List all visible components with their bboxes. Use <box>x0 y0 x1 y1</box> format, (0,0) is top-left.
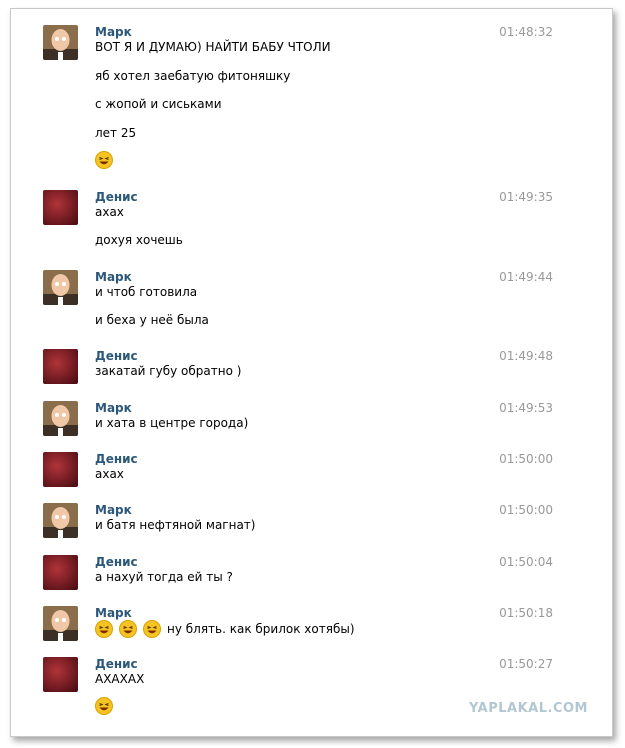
laughing-emoji-icon <box>143 620 161 638</box>
author-name[interactable]: Денис <box>95 349 138 363</box>
message-text: с жопой и сиськами <box>95 97 222 111</box>
message-text: яб хотел заебатую фитоняшку <box>95 69 291 83</box>
watermark: YAPLAKAL.COM <box>469 701 588 716</box>
laughing-emoji-icon <box>95 620 113 638</box>
message-text: лет 25 <box>95 126 137 140</box>
avatar-mark[interactable] <box>43 503 78 538</box>
timestamp: 01:49:44 <box>499 270 553 284</box>
message-text: и хата в центре города) <box>95 416 249 430</box>
avatar-mark[interactable] <box>43 401 78 436</box>
author-name[interactable]: Денис <box>95 555 138 569</box>
timestamp: 01:50:18 <box>499 606 553 620</box>
message-text: дохуя хочешь <box>95 233 183 247</box>
timestamp: 01:50:00 <box>499 503 553 517</box>
timestamp: 01:49:48 <box>499 349 553 363</box>
avatar-denis[interactable] <box>43 555 78 590</box>
avatar-denis[interactable] <box>43 349 78 384</box>
timestamp: 01:50:04 <box>499 555 553 569</box>
laughing-emoji-icon <box>119 620 137 638</box>
timestamp: 01:49:53 <box>499 401 553 415</box>
author-name[interactable]: Денис <box>95 452 138 466</box>
message-text: и чтоб готовила <box>95 285 198 299</box>
emoji-line <box>95 151 113 169</box>
avatar-mark[interactable] <box>43 270 78 305</box>
author-name[interactable]: Марк <box>95 270 132 284</box>
author-name[interactable]: Марк <box>95 606 132 620</box>
message-text: и беха у неё была <box>95 313 209 327</box>
message-text: и батя нефтяной магнат) <box>95 518 256 532</box>
emoji-line: ну блять. как брилок хотябы) <box>95 620 355 638</box>
avatar-denis[interactable] <box>43 190 78 225</box>
message-text: АХАХАХ <box>95 672 145 686</box>
timestamp: 01:49:35 <box>499 190 553 204</box>
author-name[interactable]: Марк <box>95 401 132 415</box>
author-name[interactable]: Марк <box>95 503 132 517</box>
emoji-line <box>95 697 113 715</box>
author-name[interactable]: Марк <box>95 25 132 39</box>
avatar-denis[interactable] <box>43 452 78 487</box>
author-name[interactable]: Денис <box>95 657 138 671</box>
author-name[interactable]: Денис <box>95 190 138 204</box>
avatar-mark[interactable] <box>43 25 78 60</box>
message-text: закатай губу обратно ) <box>95 364 242 378</box>
timestamp: 01:48:32 <box>499 25 553 39</box>
message-text: ахах <box>95 205 124 219</box>
chat-frame: Марк 01:48:32 ВОТ Я И ДУМАЮ) НАЙТИ БАБУ … <box>10 8 613 737</box>
laughing-emoji-icon <box>95 151 113 169</box>
timestamp: 01:50:00 <box>499 452 553 466</box>
timestamp: 01:50:27 <box>499 657 553 671</box>
avatar-denis[interactable] <box>43 657 78 692</box>
message-text: ну блять. как брилок хотябы) <box>167 622 355 636</box>
message-text: ВОТ Я И ДУМАЮ) НАЙТИ БАБУ ЧТОЛИ <box>95 40 331 54</box>
message-text: а нахуй тогда ей ты ? <box>95 570 233 584</box>
avatar-mark[interactable] <box>43 606 78 641</box>
message-text: ахах <box>95 467 124 481</box>
laughing-emoji-icon <box>95 697 113 715</box>
